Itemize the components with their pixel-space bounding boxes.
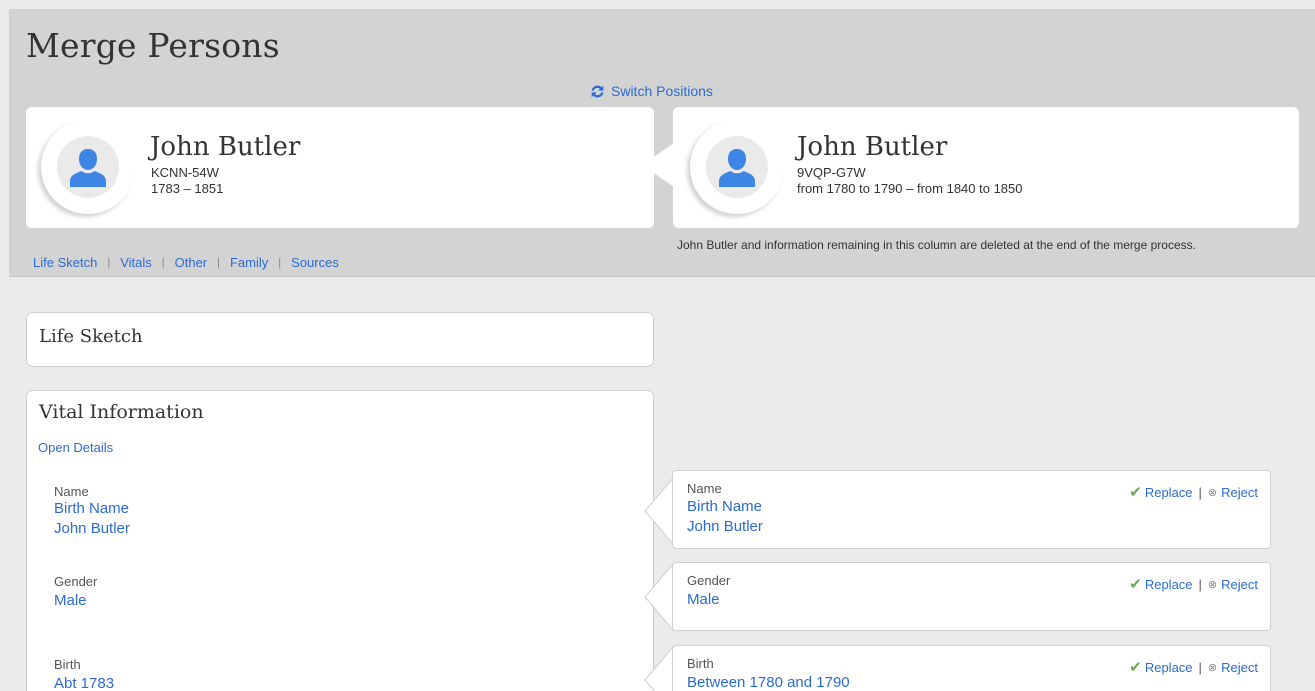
- right-birth-card: Birth Between 1780 and 1790 ✔ Replace | …: [672, 645, 1271, 691]
- checkmark-icon: ✔: [1129, 659, 1142, 676]
- checkmark-icon: ✔: [1129, 576, 1142, 593]
- merge-note: John Butler and information remaining in…: [677, 238, 1196, 252]
- section-nav: Life Sketch | Vitals | Other | Family | …: [33, 255, 339, 270]
- reject-icon: ⊗: [1207, 578, 1218, 591]
- avatar: [690, 120, 784, 214]
- person-name: John Butler: [150, 132, 301, 162]
- birth-label: Birth: [687, 656, 714, 671]
- nav-separator: |: [161, 256, 165, 269]
- nav-sources[interactable]: Sources: [291, 255, 339, 270]
- gender-label: Gender: [687, 573, 731, 588]
- left-person-card: John Butler KCNN-54W 1783 – 1851: [26, 107, 654, 228]
- swap-icon: [591, 85, 604, 97]
- name-value[interactable]: John Butler: [54, 520, 130, 537]
- nav-life-sketch[interactable]: Life Sketch: [33, 255, 97, 270]
- right-name-card: Name Birth Name John Butler ✔ Replace | …: [672, 470, 1271, 549]
- person-dates: 1783 – 1851: [151, 181, 224, 196]
- reject-button[interactable]: Reject: [1221, 485, 1258, 500]
- panel-title: Life Sketch: [39, 326, 143, 347]
- person-icon: [70, 149, 106, 187]
- birth-value[interactable]: Between 1780 and 1790: [687, 674, 850, 691]
- nav-separator: |: [278, 256, 282, 269]
- person-icon: [719, 149, 755, 187]
- reject-button[interactable]: Reject: [1221, 660, 1258, 675]
- name-type[interactable]: Birth Name: [54, 500, 129, 517]
- name-label: Name: [687, 481, 722, 496]
- nav-family[interactable]: Family: [230, 255, 268, 270]
- action-separator: |: [1198, 484, 1202, 500]
- birth-value[interactable]: Abt 1783: [54, 675, 114, 691]
- switch-positions-button[interactable]: Switch Positions: [589, 83, 713, 99]
- reject-button[interactable]: Reject: [1221, 577, 1258, 592]
- replace-button[interactable]: Replace: [1145, 660, 1193, 675]
- name-type[interactable]: Birth Name: [687, 498, 762, 515]
- nav-separator: |: [217, 256, 220, 269]
- switch-positions-label: Switch Positions: [611, 83, 713, 99]
- birth-label: Birth: [54, 657, 81, 672]
- page-title: Merge Persons: [26, 26, 280, 65]
- person-id: KCNN-54W: [151, 165, 219, 180]
- right-gender-card: Gender Male ✔ Replace | ⊗ Reject: [672, 562, 1271, 631]
- nav-other[interactable]: Other: [175, 255, 208, 270]
- reject-icon: ⊗: [1207, 486, 1218, 499]
- avatar: [41, 120, 135, 214]
- action-separator: |: [1198, 659, 1202, 675]
- merge-actions: ✔ Replace | ⊗ Reject: [1129, 575, 1258, 593]
- vital-information-panel: Vital Information Open Details Name Birt…: [26, 390, 654, 691]
- open-details-link[interactable]: Open Details: [38, 440, 113, 455]
- gender-value[interactable]: Male: [687, 591, 720, 608]
- merge-actions: ✔ Replace | ⊗ Reject: [1129, 658, 1258, 676]
- name-value[interactable]: John Butler: [687, 518, 763, 535]
- person-id: 9VQP-G7W: [797, 165, 866, 180]
- action-separator: |: [1198, 576, 1202, 592]
- person-dates: from 1780 to 1790 – from 1840 to 1850: [797, 181, 1023, 196]
- life-sketch-panel: Life Sketch: [26, 312, 654, 367]
- right-person-card: John Butler 9VQP-G7W from 1780 to 1790 –…: [673, 107, 1299, 228]
- panel-title: Vital Information: [39, 401, 204, 423]
- checkmark-icon: ✔: [1129, 484, 1142, 501]
- replace-button[interactable]: Replace: [1145, 485, 1193, 500]
- name-label: Name: [54, 484, 89, 499]
- gender-label: Gender: [54, 574, 98, 589]
- reject-icon: ⊗: [1207, 661, 1218, 674]
- merge-actions: ✔ Replace | ⊗ Reject: [1129, 483, 1258, 501]
- gender-value[interactable]: Male: [54, 592, 87, 609]
- person-name: John Butler: [797, 132, 948, 162]
- nav-vitals[interactable]: Vitals: [120, 255, 152, 270]
- replace-button[interactable]: Replace: [1145, 577, 1193, 592]
- nav-separator: |: [107, 256, 111, 269]
